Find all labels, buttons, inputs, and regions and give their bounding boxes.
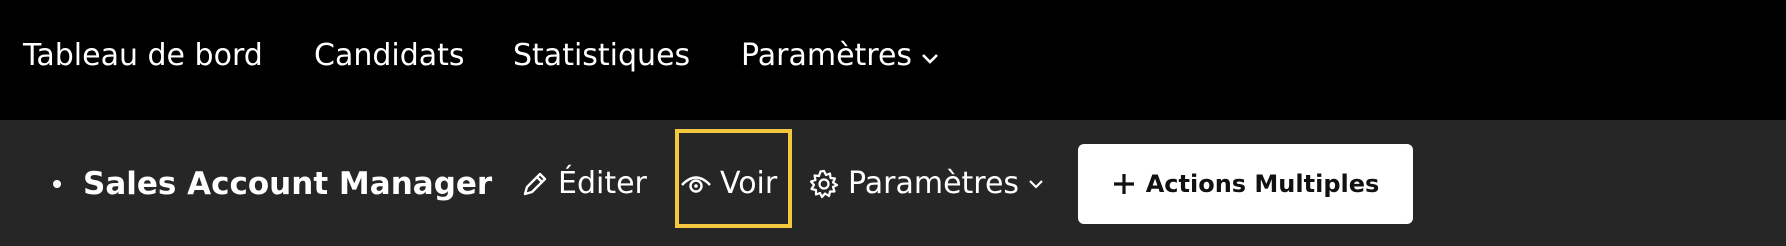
nav-item-dashboard[interactable]: Tableau de bord — [23, 36, 263, 76]
plus-icon — [1113, 174, 1134, 194]
top-navigation: Tableau de bord Candidats Statistiques P… — [0, 0, 1786, 120]
edit-button[interactable]: Éditer — [520, 164, 647, 204]
multiple-actions-label: Actions Multiples — [1145, 170, 1380, 198]
view-label: Voir — [720, 166, 778, 201]
bullet-dot — [53, 180, 61, 188]
job-title: Sales Account Manager — [83, 166, 493, 202]
chevron-down-icon — [920, 37, 940, 77]
chevron-down-icon — [1029, 180, 1043, 189]
settings-dropdown[interactable]: Paramètres — [808, 164, 1045, 204]
view-button[interactable]: Voir — [680, 164, 777, 204]
pencil-icon — [523, 172, 547, 196]
eye-icon — [681, 176, 711, 193]
nav-item-statistics[interactable]: Statistiques — [513, 36, 690, 76]
multiple-actions-button[interactable]: Actions Multiples — [1078, 144, 1413, 224]
gear-icon — [809, 169, 839, 199]
nav-item-settings-menu[interactable]: Paramètres — [741, 36, 940, 77]
edit-label: Éditer — [558, 166, 647, 201]
nav-item-settings-label: Paramètres — [741, 38, 913, 73]
nav-item-candidates[interactable]: Candidats — [314, 36, 465, 76]
settings-label: Paramètres — [848, 166, 1020, 201]
